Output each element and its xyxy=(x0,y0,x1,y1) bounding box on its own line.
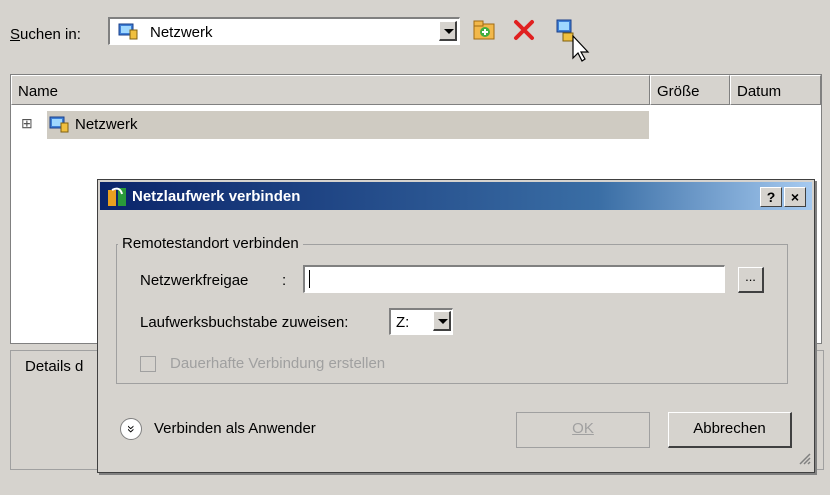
search-in-label: Suchen in: xyxy=(10,26,81,43)
location-dropdown-button[interactable] xyxy=(439,21,457,41)
tree-item-label: Netzwerk xyxy=(75,116,138,133)
browse-button[interactable]: ... xyxy=(738,267,764,293)
new-folder-icon[interactable] xyxy=(473,19,497,45)
resize-grip-icon[interactable] xyxy=(797,451,811,469)
cancel-button[interactable]: Abbrechen xyxy=(668,412,792,448)
persistent-checkbox[interactable] xyxy=(140,356,156,372)
column-header-date[interactable]: Datum xyxy=(730,75,821,105)
drive-letter-label: Laufwerksbuchstabe zuweisen: xyxy=(140,314,349,331)
column-header-size[interactable]: Größe xyxy=(650,75,730,105)
delete-icon[interactable] xyxy=(512,18,536,46)
network-share-input[interactable] xyxy=(303,265,725,293)
dialog-title: Netzlaufwerk verbinden xyxy=(132,188,301,205)
share-label: Netzwerkfreigae xyxy=(140,272,249,289)
group-label: Remotestandort verbinden xyxy=(118,235,303,252)
map-drive-dialog: Netzlaufwerk verbinden ? × Remotestandor… xyxy=(97,179,815,473)
expand-icon[interactable]: » xyxy=(120,418,142,440)
details-label: Details d xyxy=(22,358,87,375)
ok-button[interactable]: OK xyxy=(516,412,650,448)
text-cursor xyxy=(309,270,310,288)
map-network-drive-icon[interactable] xyxy=(555,18,595,66)
share-colon: : xyxy=(282,272,287,289)
network-icon xyxy=(49,115,69,133)
tree-item-network[interactable]: Netzwerk xyxy=(47,111,649,139)
network-icon xyxy=(118,22,138,40)
drive-letter-dropdown-button[interactable] xyxy=(433,311,451,331)
location-value: Netzwerk xyxy=(150,24,213,41)
close-button[interactable]: × xyxy=(784,187,806,207)
dialog-titlebar[interactable]: Netzlaufwerk verbinden ? × xyxy=(100,182,812,210)
tree-expand-icon[interactable]: ⊞ xyxy=(21,115,33,132)
column-header-name[interactable]: Name xyxy=(11,75,650,105)
connect-as-link[interactable]: Verbinden als Anwender xyxy=(154,420,316,437)
drive-letter-select[interactable]: Z: xyxy=(389,308,453,335)
location-combobox[interactable]: Netzwerk xyxy=(108,17,460,45)
help-button[interactable]: ? xyxy=(760,187,782,207)
persistent-label: Dauerhafte Verbindung erstellen xyxy=(170,355,386,372)
dialog-app-icon xyxy=(106,186,128,212)
drive-letter-value: Z: xyxy=(396,314,410,331)
